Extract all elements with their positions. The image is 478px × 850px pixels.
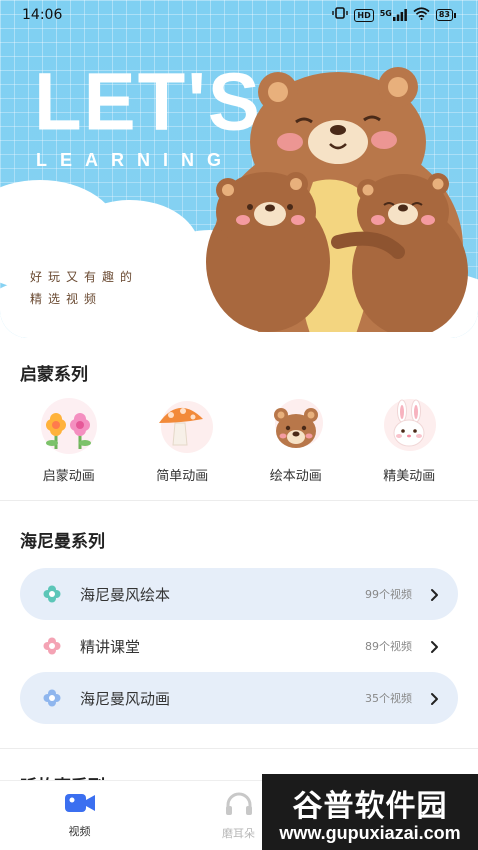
wifi-icon — [413, 6, 430, 24]
hero-banner[interactable]: 14:06 HD 5G 83 LET'S LEARNING 好玩又有趣的 精选视… — [0, 0, 478, 338]
headphones-icon — [224, 791, 254, 821]
category-fine-animation[interactable]: 精美动画 — [359, 395, 459, 490]
app-screen: 14:06 HD 5G 83 LET'S LEARNING 好玩又有趣的 精选视… — [0, 0, 478, 850]
bunny-icon — [378, 395, 440, 457]
category-label: 简单动画 — [156, 469, 209, 484]
video-count: 89个视频 — [365, 640, 412, 653]
nav-label: 视频 — [68, 825, 91, 838]
chevron-right-icon — [428, 639, 442, 653]
list-item-label: 精讲课堂 — [80, 637, 141, 656]
section-divider — [0, 748, 478, 749]
chevron-right-icon — [428, 587, 442, 601]
section-title-haini: 海尼曼系列 — [20, 532, 105, 552]
category-label: 绘本动画 — [269, 469, 322, 484]
list-item-label: 海尼曼风动画 — [80, 689, 171, 708]
list-item-haini-picturebook[interactable]: 海尼曼风绘本 99个视频 — [20, 568, 458, 620]
nav-tab-video[interactable]: 视频 — [0, 781, 159, 850]
watermark-logo: 谷普软件园 www.gupuxiazai.com — [262, 774, 478, 850]
hd-icon: HD — [354, 8, 374, 22]
list-item-label: 海尼曼风绘本 — [80, 585, 171, 604]
vibrate-icon — [332, 7, 349, 23]
flower-pink-icon — [42, 636, 62, 656]
battery-level: 83 — [435, 9, 453, 21]
signal-5g-icon: 5G — [380, 9, 407, 21]
category-picturebook-animation[interactable]: 绘本动画 — [246, 395, 346, 490]
category-qimeng-animation[interactable]: 启蒙动画 — [19, 395, 119, 490]
watermark-brand: 谷普软件园 — [292, 788, 448, 824]
hero-tagline-1: 好玩又有趣的 — [30, 270, 139, 284]
video-count: 35个视频 — [365, 692, 412, 705]
battery-icon: 83 — [435, 9, 456, 21]
qimeng-category-row: 启蒙动画 简单动画 绘本动画 精美动画 — [0, 395, 478, 490]
category-label: 启蒙动画 — [42, 469, 95, 484]
category-label: 精美动画 — [383, 469, 436, 484]
section-title-qimeng: 启蒙系列 — [20, 365, 88, 385]
list-item-haini-animation[interactable]: 海尼曼风动画 35个视频 — [20, 672, 458, 724]
watermark-url: www.gupuxiazai.com — [279, 822, 461, 843]
network-type-label: 5G — [379, 9, 392, 18]
status-time: 14:06 — [22, 7, 63, 23]
video-camera-icon — [63, 791, 97, 819]
list-item-jingjiang[interactable]: 精讲课堂 89个视频 — [20, 620, 458, 672]
haini-list: 海尼曼风绘本 99个视频 精讲课堂 89个视频 海尼曼风动画 35个视频 — [20, 568, 458, 724]
status-bar: 14:06 HD 5G 83 — [0, 0, 478, 30]
video-count: 99个视频 — [365, 588, 412, 601]
flowers-icon — [38, 395, 100, 457]
flower-teal-icon — [42, 584, 62, 604]
category-simple-animation[interactable]: 简单动画 — [132, 395, 232, 490]
nav-label: 磨耳朵 — [222, 827, 255, 840]
mushroom-icon — [151, 395, 214, 457]
section-divider — [0, 500, 478, 501]
chevron-right-icon — [428, 691, 442, 705]
flower-blue-icon — [42, 688, 62, 708]
hero-tagline-2: 精选视频 — [30, 292, 103, 306]
bears-illustration — [206, 67, 468, 332]
bear-face-icon — [265, 395, 327, 457]
